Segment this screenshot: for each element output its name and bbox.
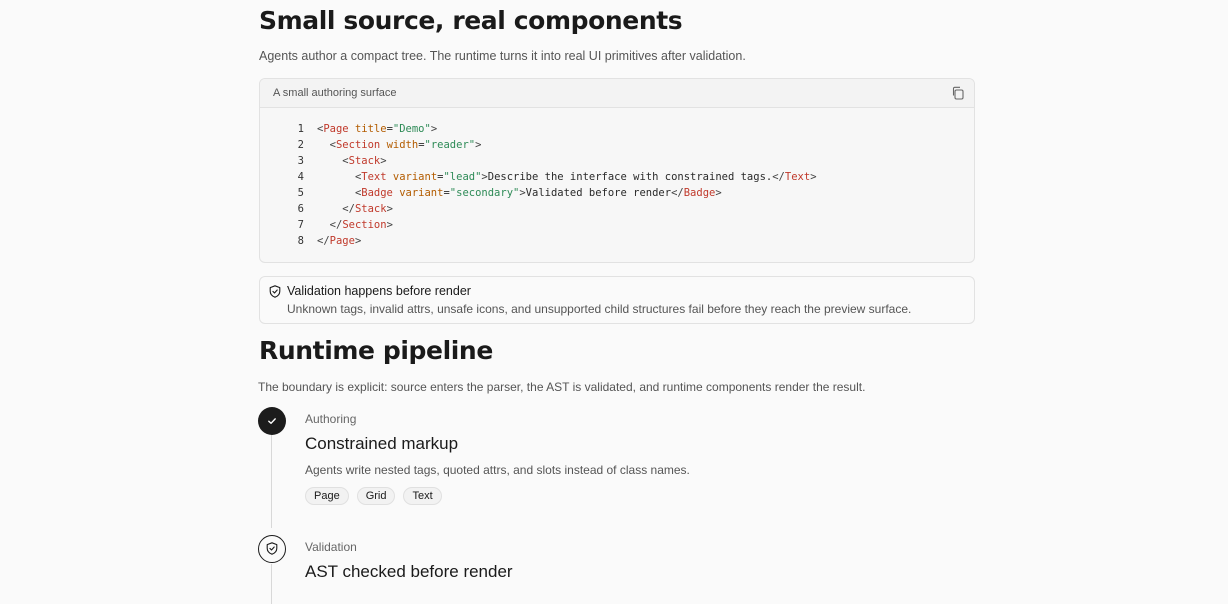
line-number: 8: [297, 235, 304, 247]
code-lines: 1 <Page title="Demo"> 2 <Section width="re…: [260, 121, 817, 249]
line-number: 7: [297, 219, 304, 231]
section-title: Small source, real components: [259, 6, 683, 35]
code-block-caption: A small authoring surface: [273, 87, 397, 99]
step-chips: Page Grid Text: [305, 487, 442, 505]
validation-callout: Validation happens before render Unknown…: [259, 276, 975, 324]
code-text: <Badge variant="secondary">Validated bef…: [354, 187, 722, 199]
code-text: </Stack>: [342, 203, 393, 215]
callout-title: Validation happens before render: [287, 284, 471, 298]
step-description: Agents write nested tags, quoted attrs, …: [305, 463, 690, 477]
line-number: 6: [297, 203, 304, 215]
shield-check-icon: [266, 542, 277, 555]
step-title: Constrained markup: [305, 434, 459, 453]
code-block: A small authoring surface 1 <Page title="…: [259, 78, 975, 263]
line-number: 1: [297, 123, 304, 135]
line-number: 3: [297, 155, 304, 167]
code-line: 4 <Text variant="lead">Describe the inte…: [260, 169, 817, 185]
step-status-done: [258, 407, 286, 435]
code-line: 2 <Section width="reader">: [260, 137, 817, 153]
chip: Grid: [356, 487, 396, 505]
section-lead: Agents author a compact tree. The runtim…: [259, 49, 746, 63]
copy-icon[interactable]: [950, 85, 966, 101]
timeline-connector: [271, 434, 272, 528]
code-line: 8 </Page>: [260, 233, 817, 249]
step-status-active: [258, 535, 286, 563]
code-line: 5 <Badge variant="secondary">Validated b…: [260, 185, 817, 201]
check-icon: [268, 418, 276, 424]
chip: Text: [403, 487, 442, 505]
step-eyebrow: Validation: [305, 540, 357, 554]
section-title: Runtime pipeline: [259, 336, 493, 365]
code-block-header: A small authoring surface: [260, 79, 974, 108]
code-text: <Text variant="lead">Describe the interf…: [354, 171, 817, 183]
code-text: </Section>: [329, 219, 393, 231]
code-text: </Page>: [317, 235, 362, 247]
code-line: 7 </Section>: [260, 217, 817, 233]
line-number: 4: [297, 171, 304, 183]
line-number: 2: [297, 139, 304, 151]
code-text: <Section width="reader">: [329, 139, 482, 151]
code-line: 1 <Page title="Demo">: [260, 121, 817, 137]
code-text: <Page title="Demo">: [317, 123, 438, 135]
timeline-connector: [271, 564, 272, 604]
section-lead: The boundary is explicit: source enters …: [258, 380, 866, 394]
step-eyebrow: Authoring: [305, 412, 357, 426]
code-text: <Stack>: [342, 155, 387, 167]
shield-check-icon: [269, 285, 281, 298]
callout-body: Unknown tags, invalid attrs, unsafe icon…: [287, 302, 912, 316]
code-line: 6 </Stack>: [260, 201, 817, 217]
code-line: 3 <Stack>: [260, 153, 817, 169]
chip: Page: [305, 487, 349, 505]
step-title: AST checked before render: [305, 562, 513, 581]
line-number: 5: [297, 187, 304, 199]
